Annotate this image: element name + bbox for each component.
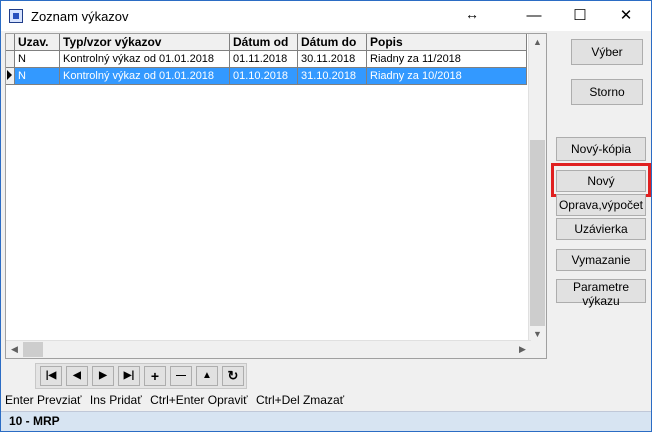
novy-button[interactable]: Nový	[556, 170, 646, 192]
cell-popis: Riadny za 10/2018	[366, 67, 527, 85]
shortcut-hint-ctrl-enter: Ctrl+Enter Opraviť	[150, 393, 248, 407]
cell-uzav: N	[14, 67, 60, 85]
vertical-scrollbar[interactable]: ▲ ▼	[528, 34, 546, 342]
reports-table: Uzav. Typ/vzor výkazov Dátum od Dátum do…	[6, 34, 527, 85]
horizontal-scroll-thumb[interactable]	[23, 342, 43, 357]
current-row-pointer-icon	[7, 69, 12, 80]
header-row: Uzav. Typ/vzor výkazov Dátum od Dátum do…	[6, 34, 527, 51]
status-bar: 10 - MRP	[1, 411, 651, 431]
dialog-window: Zoznam výkazov ↔ — ☐ ✕ Uzav. Typ/vzor vý…	[0, 0, 652, 432]
delete-record-button[interactable]: —	[170, 366, 192, 386]
shortcut-hint-ctrl-del: Ctrl+Del Zmazať	[255, 393, 345, 407]
col-header-typ[interactable]: Typ/vzor výkazov	[59, 34, 230, 51]
cell-uzav: N	[14, 50, 60, 68]
scroll-left-icon[interactable]: ◀	[6, 344, 23, 355]
cell-datum-do: 30.11.2018	[297, 50, 367, 68]
next-record-button[interactable]: ▶	[92, 366, 114, 386]
cell-datum-od: 01.11.2018	[229, 50, 298, 68]
col-header-popis[interactable]: Popis	[366, 34, 527, 51]
resize-cursor-icon: ↔	[465, 6, 479, 22]
cell-typ: Kontrolný výkaz od 01.01.2018	[59, 67, 230, 85]
storno-button[interactable]: Storno	[571, 79, 643, 105]
record-navigator: |◀ ◀ ▶ ▶| + — ▲ ↻	[35, 363, 247, 389]
scroll-corner	[529, 341, 546, 358]
row-indicator	[6, 50, 15, 68]
window-title: Zoznam výkazov	[31, 9, 129, 24]
table-row[interactable]: N Kontrolný výkaz od 01.01.2018 01.11.20…	[6, 50, 527, 68]
app-icon	[9, 9, 23, 23]
oprava-vypocet-button[interactable]: Oprava,výpočet	[556, 194, 646, 216]
content-area: Uzav. Typ/vzor výkazov Dátum od Dátum do…	[1, 31, 651, 431]
novy-kopia-button[interactable]: Nový-kópia	[556, 137, 646, 161]
vyber-button[interactable]: Výber	[571, 39, 643, 65]
scroll-up-icon[interactable]: ▲	[529, 37, 546, 47]
first-record-button[interactable]: |◀	[40, 366, 62, 386]
maximize-button[interactable]: ☐	[557, 1, 603, 31]
vymazanie-button[interactable]: Vymazanie	[556, 249, 646, 271]
post-edit-button[interactable]: ▲	[196, 366, 218, 386]
table-row-selected[interactable]: N Kontrolný výkaz od 01.01.2018 01.10.20…	[6, 67, 527, 85]
parametre-vykazu-button[interactable]: Parametre výkazu	[556, 279, 646, 308]
shortcut-hints: Enter Prevziať Ins Pridať Ctrl+Enter Opr…	[5, 393, 349, 407]
cell-typ: Kontrolný výkaz od 01.01.2018	[59, 50, 230, 68]
title-bar: Zoznam výkazov ↔ — ☐ ✕	[1, 1, 651, 31]
close-button[interactable]: ✕	[603, 1, 649, 31]
reports-grid[interactable]: Uzav. Typ/vzor výkazov Dátum od Dátum do…	[5, 33, 547, 359]
shortcut-hint-enter: Enter Prevziať	[5, 393, 82, 407]
col-header-uzav[interactable]: Uzav.	[14, 34, 60, 51]
cell-datum-od: 01.10.2018	[229, 67, 298, 85]
row-indicator-header	[6, 34, 15, 51]
refresh-button[interactable]: ↻	[222, 366, 244, 386]
scroll-down-icon[interactable]: ▼	[529, 329, 546, 339]
shortcut-hint-ins: Ins Pridať	[89, 393, 142, 407]
row-indicator	[6, 67, 15, 85]
minimize-button[interactable]: —	[511, 1, 557, 31]
col-header-datum-od[interactable]: Dátum od	[229, 34, 298, 51]
cell-datum-do: 31.10.2018	[297, 67, 367, 85]
cell-popis: Riadny za 11/2018	[366, 50, 527, 68]
prev-record-button[interactable]: ◀	[66, 366, 88, 386]
last-record-button[interactable]: ▶|	[118, 366, 140, 386]
insert-record-button[interactable]: +	[144, 366, 166, 386]
col-header-datum-do[interactable]: Dátum do	[297, 34, 367, 51]
horizontal-scrollbar[interactable]: ◀ ▶	[6, 340, 531, 358]
vertical-scroll-thumb[interactable]	[530, 140, 545, 326]
status-text: 10 - MRP	[9, 414, 60, 428]
uzavierka-button[interactable]: Uzávierka	[556, 218, 646, 240]
